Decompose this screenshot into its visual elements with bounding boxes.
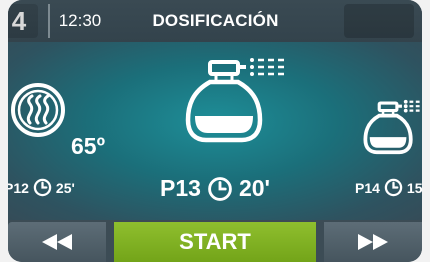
fast-forward-icon <box>358 234 388 250</box>
bottom-bar: START <box>8 222 422 262</box>
program-label-left: P12 25' <box>8 178 75 197</box>
device-screen: 4 12:30 DOSIFICACIÓN 65º P12 25' P13 20'… <box>8 0 422 262</box>
program-duration: 15 <box>406 179 422 196</box>
steam-icon <box>11 83 65 137</box>
program-name: P13 <box>160 175 201 201</box>
program-duration: 25' <box>55 179 75 196</box>
program-label-right: P14 15 <box>355 178 422 197</box>
program-card-right[interactable]: P14 15 <box>348 42 422 220</box>
next-button[interactable] <box>324 222 422 262</box>
start-button[interactable]: START <box>114 222 316 262</box>
page-title: DOSIFICACIÓN <box>152 11 279 30</box>
rewind-icon <box>42 234 72 250</box>
previous-button[interactable] <box>8 222 106 262</box>
program-card-center[interactable]: P13 20' <box>148 42 298 220</box>
temperature-value: 65º <box>71 133 105 159</box>
clock-display: 12:30 <box>48 4 110 38</box>
clock-icon <box>33 178 52 197</box>
program-label-center: P13 20' <box>160 175 270 202</box>
spray-bottle-icon <box>363 99 420 155</box>
program-carousel[interactable]: 65º P12 25' P13 20' P14 15 <box>8 42 422 220</box>
program-name: P14 <box>355 179 380 196</box>
spray-bottle-icon <box>185 58 284 143</box>
clock-icon <box>384 178 403 197</box>
clock-icon <box>208 176 232 201</box>
program-card-left[interactable]: 65º P12 25' <box>8 42 108 220</box>
program-number-badge: 4 <box>8 4 38 38</box>
program-duration: 20' <box>238 175 270 201</box>
top-bar: 4 12:30 DOSIFICACIÓN <box>8 0 422 42</box>
program-name: P12 <box>8 179 29 196</box>
menu-button[interactable] <box>344 4 414 38</box>
